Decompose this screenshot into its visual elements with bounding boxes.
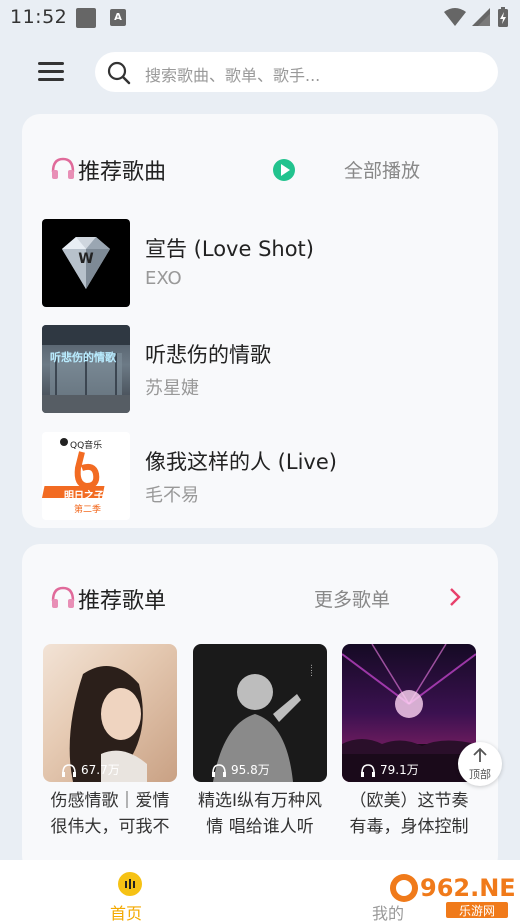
- headphones-icon: [361, 763, 375, 777]
- song-item[interactable]: W 宣告 (Love Shot) EXO: [42, 219, 482, 307]
- menu-icon[interactable]: [38, 62, 64, 82]
- back-to-top-label: 顶部: [469, 768, 491, 781]
- playlist-item[interactable]: 79.1万 （欧美）这节奏有毒，身体控制不住了: [342, 644, 476, 840]
- song-item[interactable]: QQ音乐 明日之子 第二季 像我这样的人 (Live) 毛不易: [42, 432, 482, 520]
- song-cover-text: 明日之子: [64, 491, 104, 502]
- search-bar[interactable]: 搜索歌曲、歌单、歌手...: [95, 52, 498, 92]
- playlist-cover: ····· 95.8万: [193, 644, 327, 782]
- arrow-up-icon: [473, 747, 487, 762]
- song-artist: EXO: [145, 268, 182, 289]
- wifi-icon: [444, 8, 466, 26]
- status-icons: [442, 6, 512, 30]
- playlist-item[interactable]: 67.7万 伤感情歌｜爱情很伟大，可我不是他: [43, 644, 177, 840]
- headphones-icon: [212, 763, 226, 777]
- playlist-item[interactable]: ····· 95.8万 精选I纵有万种风情 唱给谁人听: [193, 644, 327, 840]
- section-title-playlists: 推荐歌单: [78, 589, 167, 614]
- recommended-songs-card: 推荐歌曲 全部播放 W 宣告 (Love Shot) EXO 听悲伤的情歌 听悲…: [22, 114, 498, 528]
- song-title: 像我这样的人 (Live): [145, 450, 337, 474]
- section-title-songs: 推荐歌曲: [78, 160, 167, 185]
- song-cover: W: [42, 219, 130, 307]
- song-cover-text: 听悲伤的情歌: [50, 351, 116, 364]
- song-item[interactable]: 听悲伤的情歌 听悲伤的情歌 苏星婕: [42, 325, 482, 413]
- svg-text:W: W: [78, 251, 93, 267]
- playlist-name: 精选I纵有万种风情 唱给谁人听: [197, 791, 322, 837]
- search-icon: [107, 61, 131, 85]
- play-count: 79.1万: [360, 761, 419, 778]
- song-cover-text: 第二季: [74, 505, 102, 515]
- headphones-icon: [51, 157, 75, 179]
- play-count: 67.7万: [61, 761, 120, 778]
- more-playlists-button[interactable]: 更多歌单: [314, 585, 390, 612]
- song-artist: 苏星婕: [145, 378, 199, 399]
- headphones-icon: [62, 763, 76, 777]
- song-title: 宣告 (Love Shot): [145, 237, 314, 261]
- home-icon[interactable]: [118, 872, 142, 896]
- notification-a-icon: A: [110, 9, 126, 26]
- nav-home-label[interactable]: 首页: [110, 900, 142, 924]
- svg-text:962.NET: 962.NET: [420, 874, 514, 902]
- svg-text:乐游网: 乐游网: [459, 904, 495, 918]
- playlist-cover: 67.7万: [43, 644, 177, 782]
- song-artist: 毛不易: [145, 485, 199, 506]
- playlist-name: （欧美）这节奏有毒，身体控制不住了: [349, 791, 469, 837]
- notification-square-icon: [76, 8, 96, 28]
- status-time: 11:52: [10, 6, 68, 28]
- play-count: 95.8万: [211, 761, 270, 778]
- play-all-icon[interactable]: [273, 159, 295, 181]
- status-bar: 11:52 A: [0, 0, 520, 36]
- chevron-right-icon[interactable]: [448, 586, 462, 608]
- top-header: 搜索歌曲、歌单、歌手...: [0, 50, 520, 94]
- playlist-cover: 79.1万: [342, 644, 476, 782]
- recommended-playlists-card: 推荐歌单 更多歌单 67.7万 伤感情歌｜爱情很伟大，可我不是他 ····: [22, 544, 498, 874]
- song-title: 听悲伤的情歌: [145, 343, 271, 367]
- song-cover: QQ音乐 明日之子 第二季: [42, 432, 130, 520]
- svg-text:·····: ·····: [307, 664, 316, 677]
- search-input[interactable]: 搜索歌曲、歌单、歌手...: [145, 62, 320, 86]
- headphones-icon: [51, 586, 75, 608]
- back-to-top-button[interactable]: 顶部: [458, 742, 502, 786]
- song-cover: 听悲伤的情歌: [42, 325, 130, 413]
- playlist-name: 伤感情歌｜爱情很伟大，可我不是他: [50, 791, 170, 837]
- watermark-logo: 962.NET 乐游网: [388, 870, 520, 920]
- play-all-button[interactable]: 全部播放: [344, 156, 420, 183]
